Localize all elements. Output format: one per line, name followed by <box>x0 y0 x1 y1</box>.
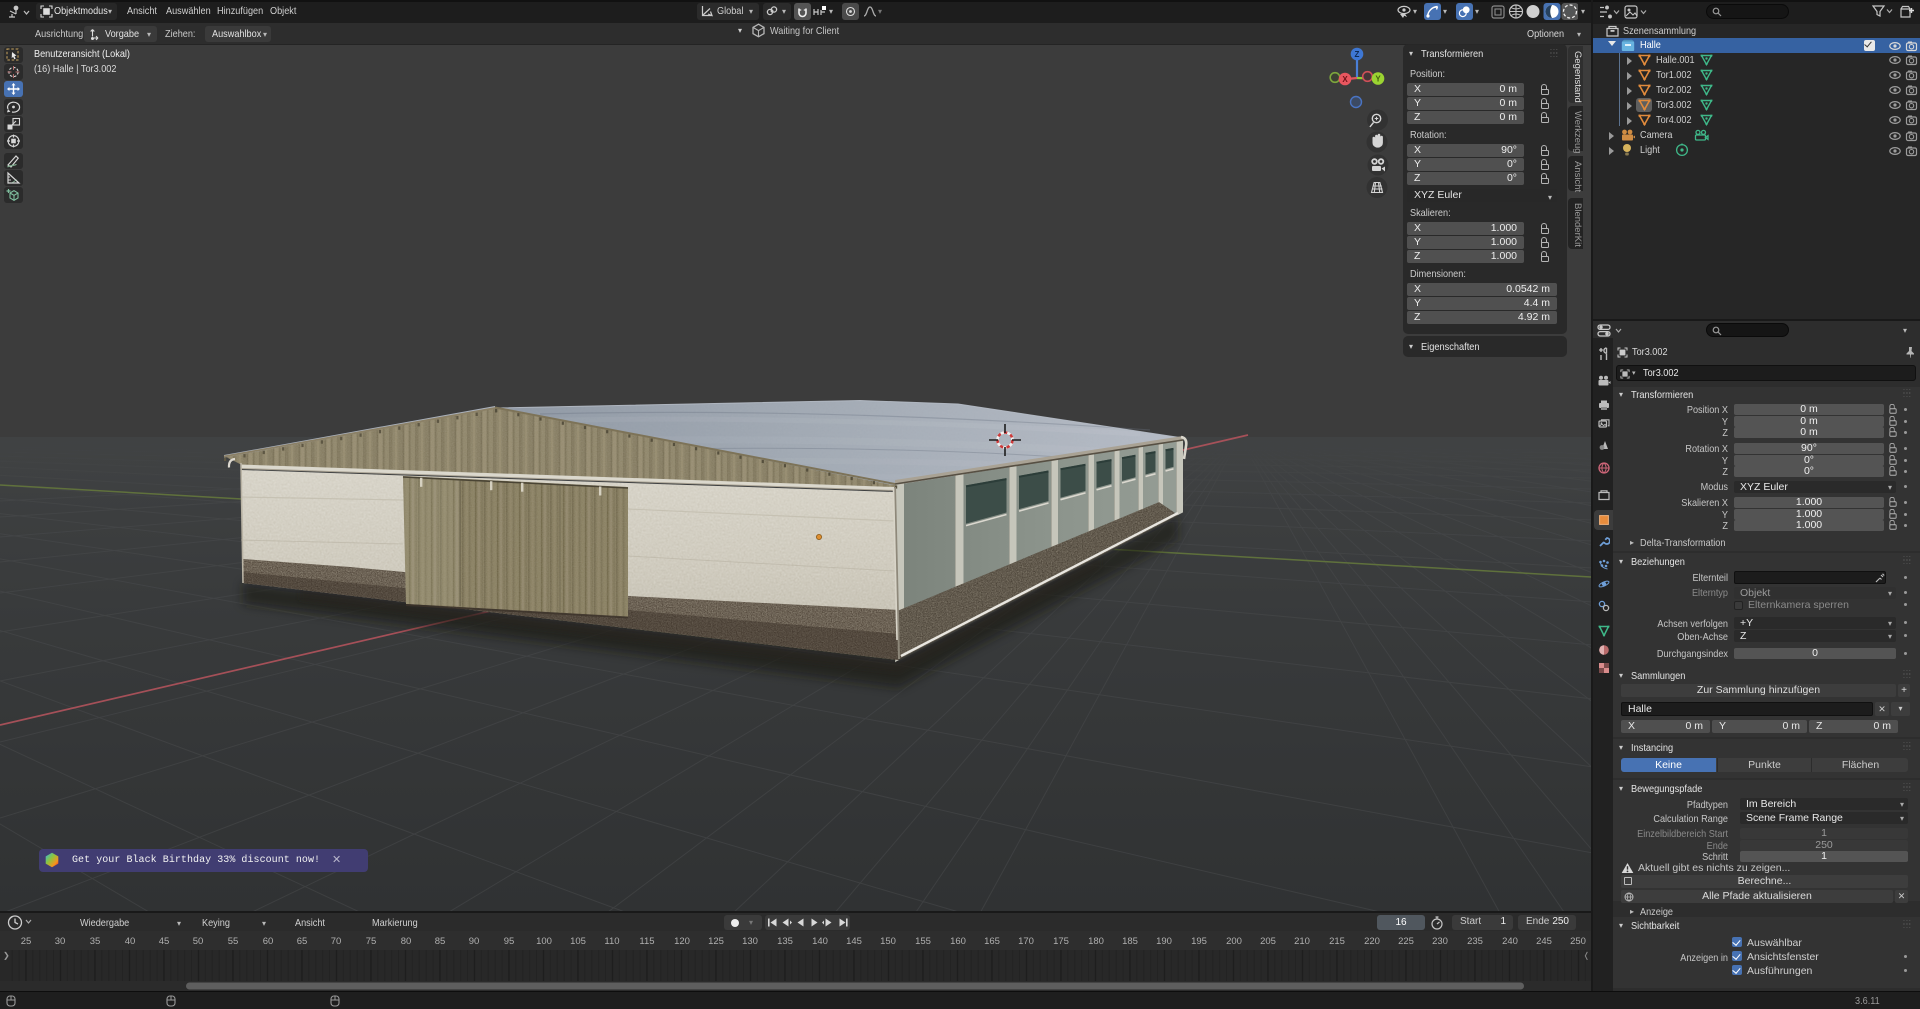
svg-text:230: 230 <box>1432 936 1448 947</box>
svg-text:90: 90 <box>469 936 480 947</box>
svg-text:240: 240 <box>1502 936 1518 947</box>
svg-text:185: 185 <box>1122 936 1138 947</box>
svg-text:85: 85 <box>435 936 446 947</box>
svg-text:195: 195 <box>1191 936 1207 947</box>
svg-text:130: 130 <box>742 936 758 947</box>
svg-text:145: 145 <box>846 936 862 947</box>
svg-text:160: 160 <box>950 936 966 947</box>
svg-text:245: 245 <box>1536 936 1552 947</box>
svg-text:Z: Z <box>1355 50 1360 59</box>
svg-text:95: 95 <box>504 936 515 947</box>
svg-text:35: 35 <box>90 936 101 947</box>
svg-text:70: 70 <box>331 936 342 947</box>
svg-text:140: 140 <box>812 936 828 947</box>
svg-text:200: 200 <box>1226 936 1242 947</box>
svg-text:❯: ❯ <box>3 951 10 960</box>
svg-text:125: 125 <box>708 936 724 947</box>
svg-text:80: 80 <box>401 936 412 947</box>
svg-text:175: 175 <box>1053 936 1069 947</box>
svg-text:205: 205 <box>1260 936 1276 947</box>
svg-text:60: 60 <box>263 936 274 947</box>
svg-text:50: 50 <box>193 936 204 947</box>
svg-text:190: 190 <box>1156 936 1172 947</box>
svg-text:55: 55 <box>228 936 239 947</box>
svg-text:225: 225 <box>1398 936 1414 947</box>
svg-text:165: 165 <box>984 936 1000 947</box>
svg-text:30: 30 <box>55 936 66 947</box>
svg-text:65: 65 <box>297 936 308 947</box>
svg-text:45: 45 <box>159 936 170 947</box>
svg-text:25: 25 <box>21 936 32 947</box>
svg-text:210: 210 <box>1294 936 1310 947</box>
svg-text:Y: Y <box>1375 75 1381 84</box>
svg-text:X: X <box>1342 75 1348 84</box>
svg-text:75: 75 <box>366 936 377 947</box>
svg-text:150: 150 <box>880 936 896 947</box>
svg-text:115: 115 <box>639 936 654 947</box>
svg-text:235: 235 <box>1467 936 1483 947</box>
svg-text:170: 170 <box>1018 936 1034 947</box>
svg-text:215: 215 <box>1329 936 1345 947</box>
svg-text:40: 40 <box>125 936 136 947</box>
svg-text:105: 105 <box>570 936 586 947</box>
svg-text:135: 135 <box>777 936 793 947</box>
svg-text:180: 180 <box>1088 936 1104 947</box>
svg-text:❬: ❬ <box>1583 951 1590 960</box>
svg-text:155: 155 <box>915 936 931 947</box>
svg-text:120: 120 <box>674 936 690 947</box>
svg-text:250: 250 <box>1570 936 1586 947</box>
svg-text:220: 220 <box>1364 936 1380 947</box>
svg-text:100: 100 <box>536 936 552 947</box>
svg-text:110: 110 <box>604 936 619 947</box>
